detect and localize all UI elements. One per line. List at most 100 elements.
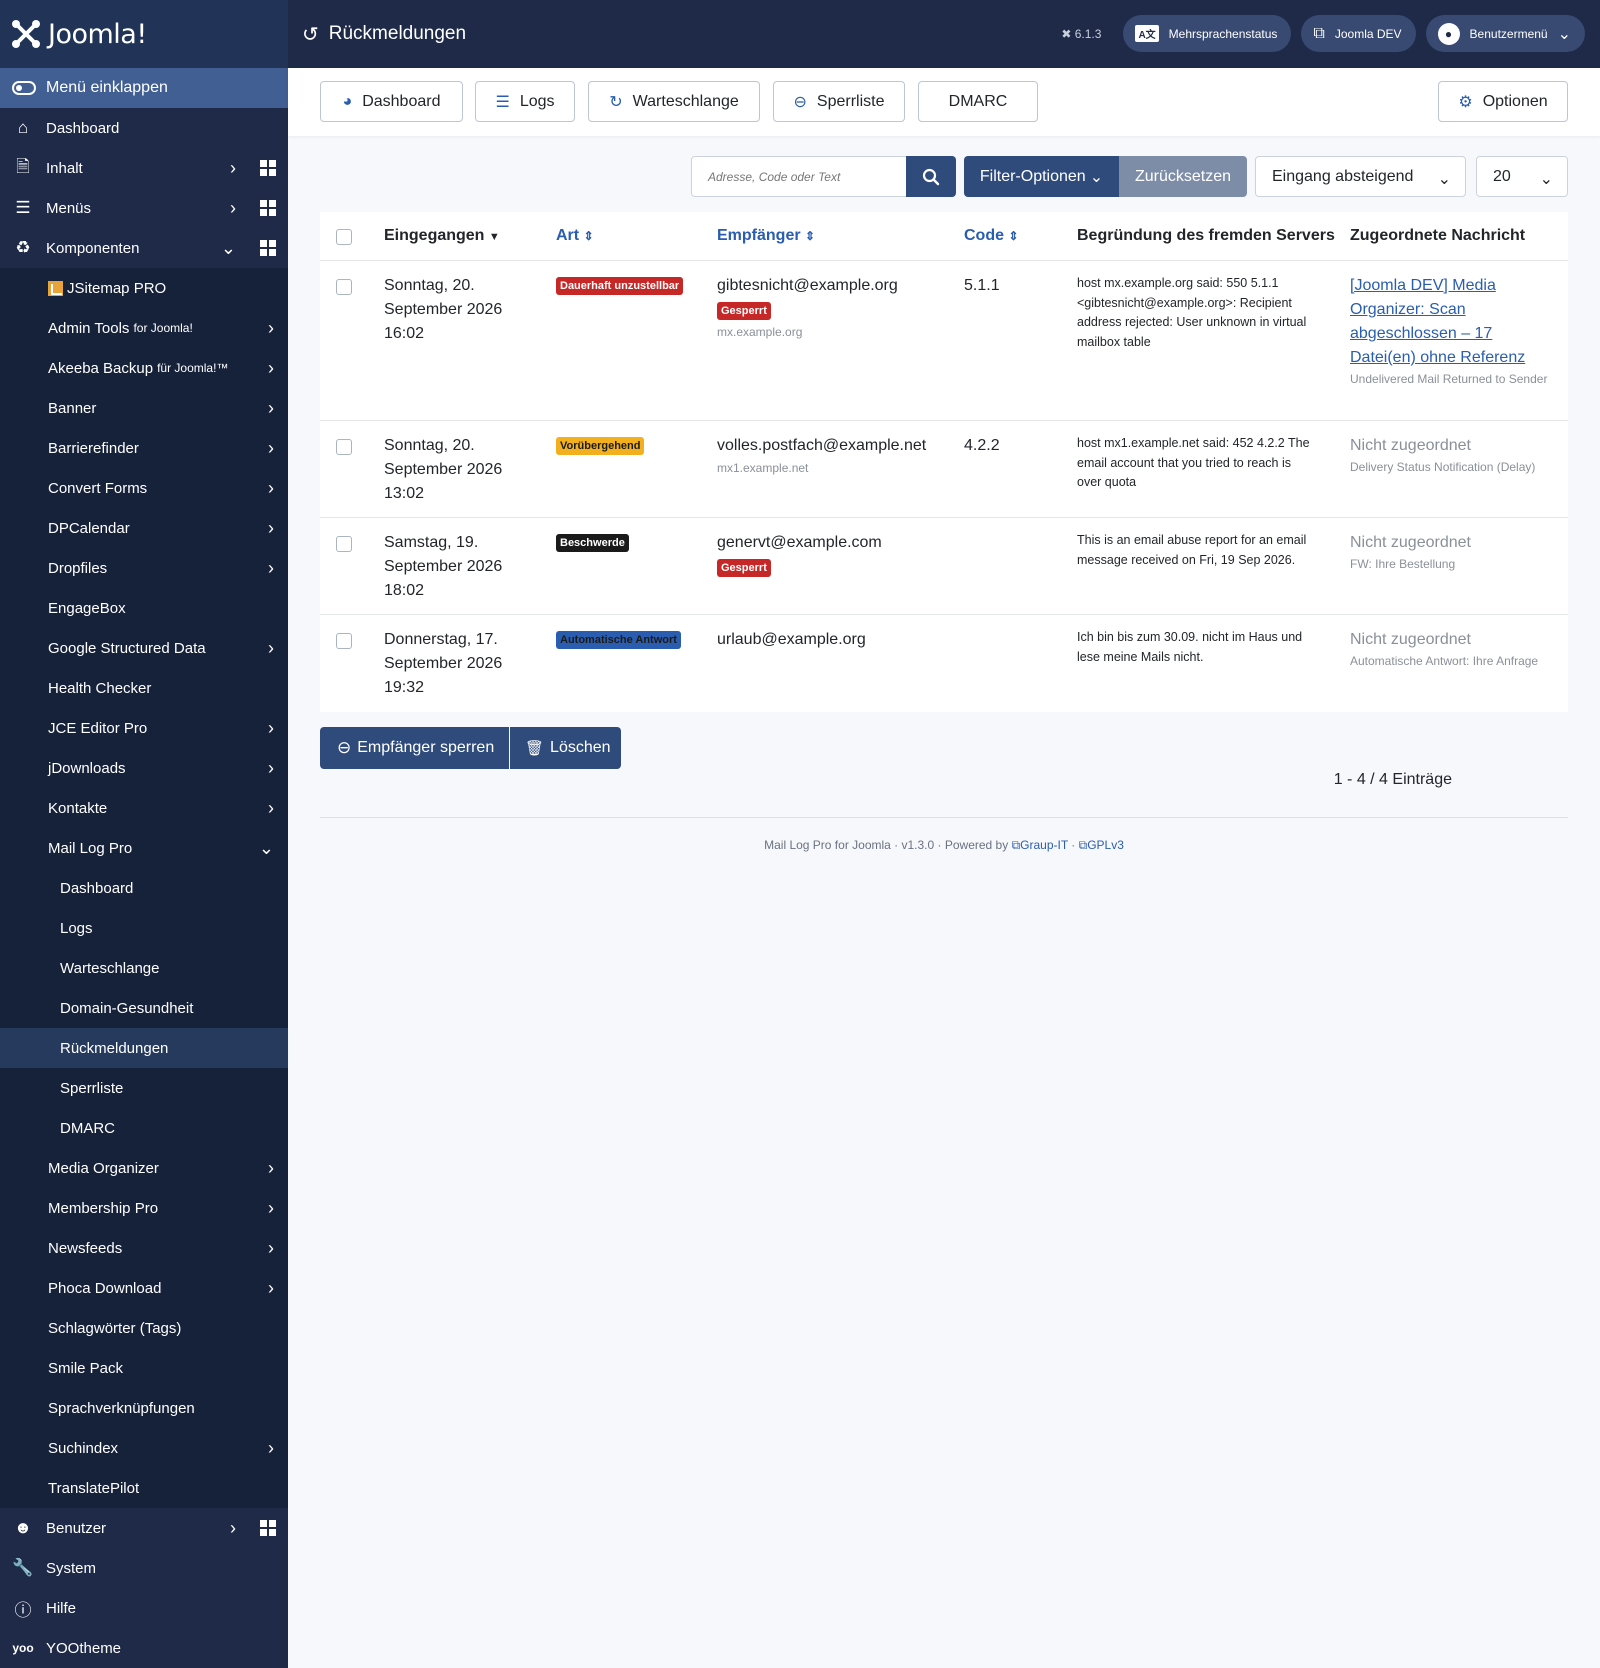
sort-select-value: Eingang absteigend	[1272, 167, 1414, 185]
sidebar-item-inhalt[interactable]: 🗎 Inhalt ›	[0, 148, 288, 188]
sidebar-item-mail-log-pro[interactable]: Mail Log Pro ⌄	[0, 828, 288, 868]
chevron-down-icon: ⌄	[1539, 171, 1553, 188]
sidebar-item-system[interactable]: 🔧 System	[0, 1548, 288, 1588]
col-header-received[interactable]: Eingegangen ▼	[384, 227, 500, 245]
sidebar-item-label: DMARC	[60, 1119, 115, 1137]
sidebar-item-suchindex[interactable]: Suchindex ›	[0, 1428, 288, 1468]
search-input[interactable]: Adresse, Code oder Text	[691, 156, 907, 197]
sidebar-item-sprachverknuepfungen[interactable]: Sprachverknüpfungen	[0, 1388, 288, 1428]
sidebar-item-mlp-sperrliste[interactable]: Sperrliste	[0, 1068, 288, 1108]
divider	[320, 817, 1568, 818]
sidebar-item-membership-pro[interactable]: Membership Pro ›	[0, 1188, 288, 1228]
sidebar-item-akeeba-backup[interactable]: Akeeba Backup für Joomla!™ ›	[0, 348, 288, 388]
col-header-label: Empfänger	[717, 227, 801, 244]
sidebar-item-health-checker[interactable]: Health Checker	[0, 668, 288, 708]
search-button[interactable]	[906, 156, 956, 197]
footer-link-graup-it[interactable]: ⧉Graup-IT	[1012, 838, 1068, 852]
sidebar-item-convert-forms[interactable]: Convert Forms ›	[0, 468, 288, 508]
blocked-badge: Gesperrt	[717, 559, 771, 578]
sidebar-item-banner[interactable]: Banner ›	[0, 388, 288, 428]
recipient-email: urlaub@example.org	[717, 631, 866, 648]
sort-select[interactable]: Eingang absteigend ⌄	[1255, 156, 1466, 197]
toolbar-options-button[interactable]: ⚙ Optionen	[1438, 81, 1568, 122]
sidebar-item-jsitemap[interactable]: JSitemap PRO	[0, 268, 288, 308]
toolbar-dashboard-button[interactable]: ◕ Dashboard	[320, 81, 463, 122]
sidebar-item-mlp-dmarc[interactable]: DMARC	[0, 1108, 288, 1148]
sidebar-item-mlp-warteschlange[interactable]: Warteschlange	[0, 948, 288, 988]
toolbar-warteschlange-button[interactable]: ↻ Warteschlange	[588, 81, 760, 122]
bounces-table: Eingegangen ▼ Art ⇕ Empfänger ⇕ Code ⇕ B…	[320, 212, 1568, 712]
sidebar-item-engagebox[interactable]: EngageBox	[0, 588, 288, 628]
toolbar-button-label: Dashboard	[362, 92, 441, 110]
col-header-type[interactable]: Art ⇕	[556, 227, 594, 245]
dashboard-grid-icon[interactable]	[260, 160, 276, 176]
sidebar-item-menus[interactable]: ☰ Menüs ›	[0, 188, 288, 228]
sidebar-item-dropfiles[interactable]: Dropfiles ›	[0, 548, 288, 588]
sidebar-item-jce-editor[interactable]: JCE Editor Pro ›	[0, 708, 288, 748]
type-badge: Beschwerde	[556, 534, 629, 553]
sidebar-item-mlp-logs[interactable]: Logs	[0, 908, 288, 948]
limit-select[interactable]: 20 ⌄	[1476, 156, 1568, 197]
footer-link-gplv3[interactable]: ⧉GPLv3	[1079, 838, 1124, 852]
sidebar-item-dashboard[interactable]: ⌂ Dashboard	[0, 108, 288, 148]
row-checkbox[interactable]	[336, 536, 352, 552]
sidebar-item-dpcalendar[interactable]: DPCalendar ›	[0, 508, 288, 548]
sidebar-item-translatepilot[interactable]: TranslatePilot	[0, 1468, 288, 1508]
collapse-menu-button[interactable]: Menü einklappen	[0, 68, 288, 108]
pagination-summary: 1 - 4 / 4 Einträge	[1333, 771, 1452, 788]
sidebar-item-label: Akeeba Backup	[48, 359, 154, 377]
delete-button[interactable]: 🗑 Löschen	[510, 727, 621, 769]
table-row: Samstag, 19. September 2026 18:02 Beschw…	[320, 518, 1568, 615]
sidebar-item-smile-pack[interactable]: Smile Pack	[0, 1348, 288, 1388]
row-checkbox[interactable]	[336, 633, 352, 649]
filter-options-button[interactable]: Filter-Optionen ⌄	[964, 156, 1119, 197]
chevron-right-icon: ›	[268, 397, 274, 418]
toolbar-logs-button[interactable]: ☰ Logs	[475, 81, 575, 122]
sidebar-item-newsfeeds[interactable]: Newsfeeds ›	[0, 1228, 288, 1268]
block-recipient-button[interactable]: ⊖ Empfänger sperren	[320, 727, 509, 769]
sidebar-item-label: Schlagwörter (Tags)	[48, 1319, 182, 1337]
col-header-code[interactable]: Code ⇕	[964, 227, 1019, 245]
user-menu-button[interactable]: ● Benutzermenü ⌄	[1425, 15, 1585, 52]
user-icon: ●	[1437, 22, 1460, 45]
list-icon: ☰	[15, 198, 31, 217]
sidebar-item-yootheme[interactable]: yoo YOOtheme	[0, 1628, 288, 1668]
sidebar-item-mlp-domain-gesundheit[interactable]: Domain-Gesundheit	[0, 988, 288, 1028]
site-preview-button[interactable]: ⧉ Joomla DEV	[1301, 15, 1416, 52]
sidebar-item-kontakte[interactable]: Kontakte ›	[0, 788, 288, 828]
sidebar-item-phoca-download[interactable]: Phoca Download ›	[0, 1268, 288, 1308]
sidebar-item-benutzer[interactable]: ☻ Benutzer ›	[0, 1508, 288, 1548]
sidebar-item-tags[interactable]: Schlagwörter (Tags)	[0, 1308, 288, 1348]
toolbar-dmarc-button[interactable]: DMARC	[918, 81, 1038, 122]
recipient-email: gibtesnicht@example.org	[717, 277, 898, 294]
sidebar-item-suffix: for Joomla!	[133, 321, 193, 335]
yootheme-icon: yoo	[12, 1641, 34, 1655]
sidebar-item-jdownloads[interactable]: jDownloads ›	[0, 748, 288, 788]
page-title-text: Rückmeldungen	[328, 23, 467, 44]
sidebar-item-media-organizer[interactable]: Media Organizer ›	[0, 1148, 288, 1188]
select-all-checkbox[interactable]	[336, 229, 352, 245]
multilanguage-status-button[interactable]: A文 Mehrsprachenstatus	[1123, 15, 1292, 52]
sidebar-item-mlp-rueckmeldungen[interactable]: Rückmeldungen	[0, 1028, 288, 1068]
sidebar-item-hilfe[interactable]: ⓘ Hilfe	[0, 1588, 288, 1628]
col-header-recipient[interactable]: Empfänger ⇕	[717, 227, 815, 245]
col-header-label: Art	[556, 227, 580, 244]
sidebar-item-mlp-dashboard[interactable]: Dashboard	[0, 868, 288, 908]
linked-message-link[interactable]: [Joomla DEV] Media Organizer: Scan abges…	[1350, 277, 1525, 366]
toolbar-sperrliste-button[interactable]: ⊖ Sperrliste	[773, 81, 905, 122]
type-badge: Automatische Antwort	[556, 631, 681, 650]
dashboard-grid-icon[interactable]	[260, 1520, 276, 1536]
sidebar-item-label: System	[46, 1559, 97, 1577]
sidebar-item-barrierefinder[interactable]: Barrierefinder ›	[0, 428, 288, 468]
row-checkbox[interactable]	[336, 439, 352, 455]
sidebar-item-google-structured-data[interactable]: Google Structured Data ›	[0, 628, 288, 668]
chevron-right-icon: ›	[268, 1437, 274, 1458]
sidebar-item-komponenten[interactable]: ♻ Komponenten ⌄	[0, 228, 288, 268]
sidebar-item-label: Dashboard	[60, 879, 134, 897]
sidebar-item-admin-tools[interactable]: Admin Tools for Joomla! ›	[0, 308, 288, 348]
dashboard-grid-icon[interactable]	[260, 200, 276, 216]
row-checkbox[interactable]	[336, 279, 352, 295]
reset-button[interactable]: Zurücksetzen	[1119, 156, 1247, 197]
joomla-logo[interactable]: Joomla!	[0, 0, 288, 68]
dashboard-grid-icon[interactable]	[260, 240, 276, 256]
